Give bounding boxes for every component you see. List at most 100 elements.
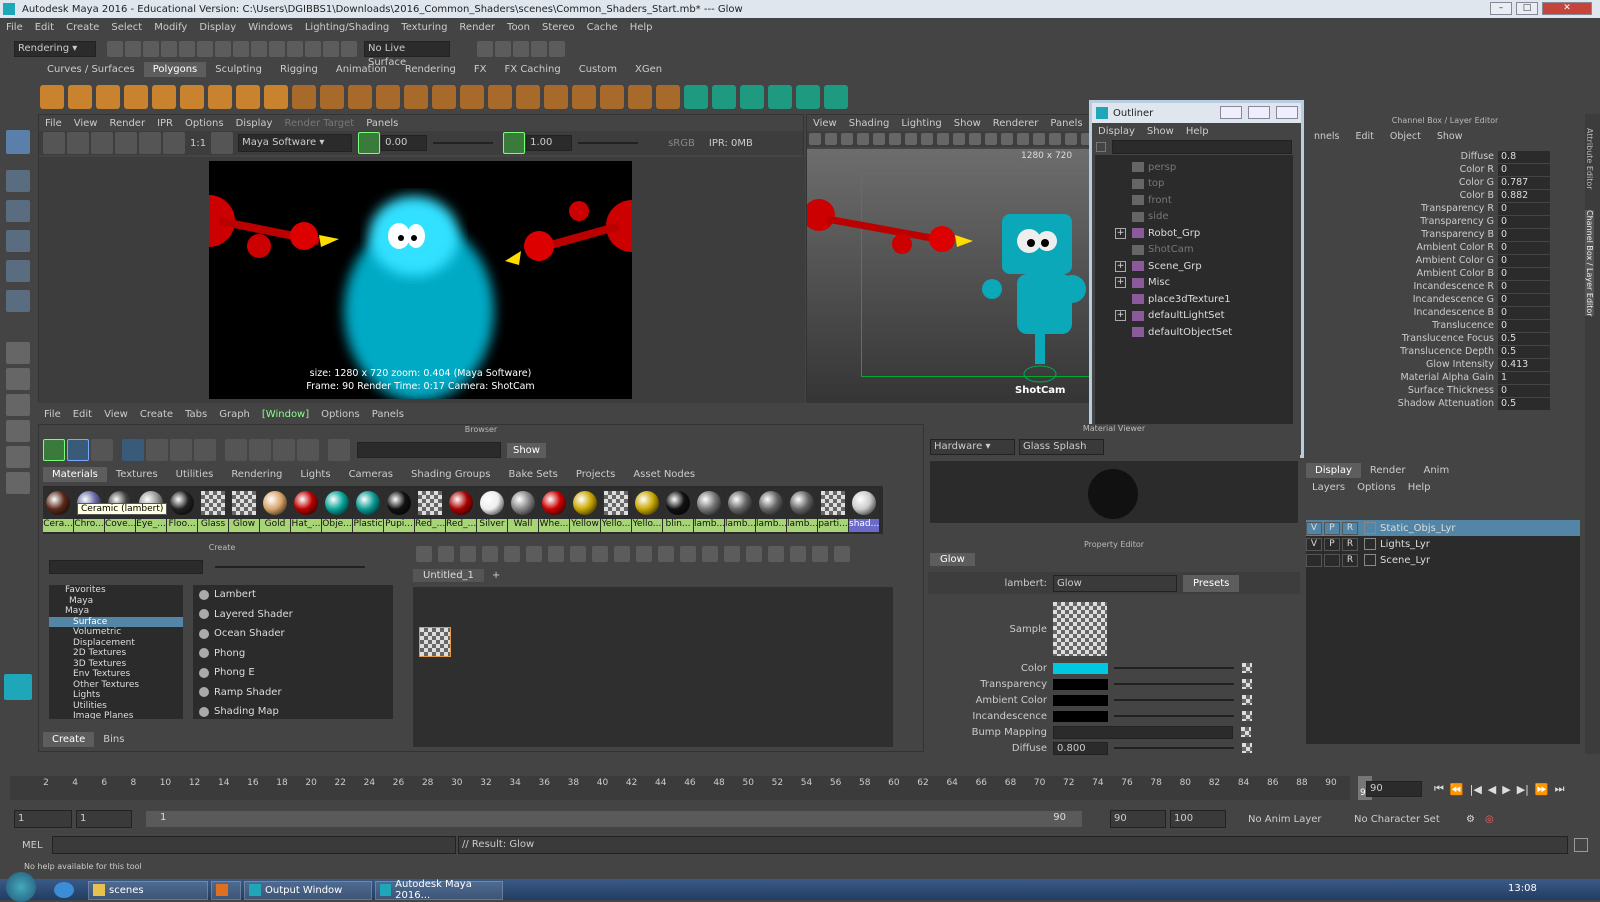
outliner-menu-show[interactable]: Show — [1141, 126, 1180, 137]
command-input[interactable] — [52, 836, 456, 854]
browser-tab-asset-nodes[interactable]: Asset Nodes — [624, 467, 704, 482]
reference-toggle[interactable]: R — [1342, 521, 1358, 535]
gamma-slider[interactable] — [578, 142, 639, 144]
material-swatch[interactable]: lamb... — [756, 488, 786, 532]
large-icons-icon[interactable] — [194, 439, 216, 461]
property-bump-mapping[interactable]: Bump Mapping — [928, 724, 1300, 740]
expand-icon[interactable]: + — [1115, 260, 1126, 272]
tree-item-2d-textures[interactable]: 2D Textures — [49, 648, 183, 659]
channel-value[interactable]: 0 — [1498, 319, 1550, 332]
graph-tool-7-icon[interactable] — [570, 546, 586, 562]
select-object-icon[interactable] — [215, 41, 231, 57]
close-button[interactable]: ✕ — [1542, 2, 1592, 15]
render-frame-icon[interactable] — [477, 41, 493, 57]
playback-toggle[interactable]: P — [1324, 521, 1340, 535]
region-icon[interactable] — [115, 132, 137, 154]
expand-icon[interactable]: + — [1115, 277, 1126, 289]
bump-field[interactable] — [1053, 725, 1233, 739]
map-button[interactable] — [1242, 711, 1252, 721]
graph-tool-15-icon[interactable] — [746, 546, 762, 562]
property-slider[interactable] — [1114, 747, 1234, 749]
graph-tool-18-icon[interactable] — [812, 546, 828, 562]
rgb-icon[interactable] — [139, 132, 161, 154]
channel-color-r[interactable]: Color R 0 — [1306, 163, 1550, 176]
torus-icon[interactable] — [180, 85, 204, 109]
graph-tool-4-icon[interactable] — [504, 546, 520, 562]
menu-windows[interactable]: Windows — [242, 22, 299, 33]
browser-tab-rendering[interactable]: Rendering — [222, 467, 291, 482]
paint-select-icon[interactable] — [6, 200, 30, 222]
redo-icon[interactable] — [179, 41, 195, 57]
color-swatch[interactable] — [1053, 710, 1108, 722]
menu-toon[interactable]: Toon — [501, 22, 536, 33]
layout-graph-icon[interactable] — [6, 472, 30, 494]
material-swatch[interactable]: Whe... — [539, 488, 569, 532]
lasso-tool-icon[interactable] — [6, 170, 30, 192]
outliner-item-place3dtexture1[interactable]: place3dTexture1 — [1095, 291, 1293, 308]
go-end-icon[interactable]: ⏭ — [1555, 782, 1565, 796]
property-tab-glow[interactable]: Glow — [930, 553, 975, 566]
menu-file[interactable]: File — [0, 22, 29, 33]
rv-menu-options[interactable]: Options — [179, 118, 230, 129]
live-surface-field[interactable]: No Live Surface — [364, 41, 450, 68]
hs-menu-panels[interactable]: Panels — [366, 409, 410, 420]
exposure-field[interactable]: 0.00 — [381, 135, 428, 151]
start-button[interactable] — [6, 871, 36, 902]
snap-point-icon[interactable] — [287, 41, 303, 57]
select-hierarchy-icon[interactable] — [197, 41, 213, 57]
prev-key-icon[interactable]: |◀ — [1470, 783, 1482, 796]
vp-menu-lighting[interactable]: Lighting — [895, 118, 947, 129]
medium-icons-icon[interactable] — [170, 439, 192, 461]
icon-size-slider[interactable] — [215, 566, 365, 568]
channel-transparency-g[interactable]: Transparency G 0 — [1306, 215, 1550, 228]
shelf-tab-polygons[interactable]: Polygons — [143, 62, 207, 77]
gamma-icon[interactable] — [503, 132, 526, 154]
mel-label[interactable]: MEL — [22, 840, 52, 851]
browser-tab-cameras[interactable]: Cameras — [340, 467, 402, 482]
task-output-window[interactable]: Output Window — [244, 880, 372, 900]
filter-icon[interactable] — [1096, 142, 1106, 152]
map-button[interactable] — [1241, 727, 1251, 737]
uv-editor-icon[interactable] — [768, 85, 792, 109]
material-swatch[interactable]: lamb... — [694, 488, 724, 532]
property-slider[interactable] — [1114, 699, 1234, 701]
browser-tab-textures[interactable]: Textures — [107, 467, 167, 482]
vp-menu-renderer[interactable]: Renderer — [987, 118, 1045, 129]
play-forward-icon[interactable]: ▶ — [1502, 783, 1510, 796]
viewport-tool-1-icon[interactable] — [825, 133, 837, 145]
menu-lighting-shading[interactable]: Lighting/Shading — [299, 22, 395, 33]
step-back-icon[interactable]: ⏪ — [1450, 783, 1464, 796]
tree-item-utilities[interactable]: Utilities — [49, 701, 183, 712]
two-view-icon[interactable] — [6, 394, 30, 416]
reference-toggle[interactable]: R — [1342, 537, 1358, 551]
cb-menu-nnels[interactable]: nnels — [1306, 131, 1347, 142]
create-item-lambert[interactable]: Lambert — [193, 585, 393, 605]
visibility-toggle[interactable] — [1306, 553, 1322, 567]
vp-menu-shading[interactable]: Shading — [843, 118, 896, 129]
viewport-tool-12-icon[interactable] — [1001, 133, 1013, 145]
cb-menu-show[interactable]: Show — [1429, 131, 1471, 142]
tree-item-lights[interactable]: Lights — [49, 690, 183, 701]
task-maya[interactable]: Autodesk Maya 2016... — [375, 879, 503, 901]
vp-menu-show[interactable]: Show — [948, 118, 987, 129]
map-button[interactable] — [1242, 679, 1252, 689]
viewport-tool-5-icon[interactable] — [889, 133, 901, 145]
browser-tab-projects[interactable]: Projects — [567, 467, 624, 482]
open-scene-icon[interactable] — [125, 41, 141, 57]
viewport-tool-16-icon[interactable] — [1065, 133, 1077, 145]
outliner-item-defaultobjectset[interactable]: defaultObjectSet — [1095, 324, 1293, 341]
icons-view-icon[interactable] — [122, 439, 144, 461]
next-key-icon[interactable]: ▶| — [1517, 783, 1529, 796]
undo-icon[interactable] — [161, 41, 177, 57]
graph-tool-11-icon[interactable] — [658, 546, 674, 562]
plane-icon[interactable] — [152, 85, 176, 109]
menu-cache[interactable]: Cache — [581, 22, 624, 33]
graph-canvas[interactable] — [413, 587, 893, 747]
viewport-tool-15-icon[interactable] — [1049, 133, 1061, 145]
property-slider[interactable] — [1114, 683, 1234, 685]
mv-env-dropdown[interactable]: Glass Splash — [1019, 439, 1104, 455]
sphere-icon[interactable] — [40, 85, 64, 109]
smooth-icon[interactable] — [348, 85, 372, 109]
material-swatch[interactable]: Yello... — [601, 488, 631, 532]
outliner-item-front[interactable]: front — [1095, 192, 1293, 209]
